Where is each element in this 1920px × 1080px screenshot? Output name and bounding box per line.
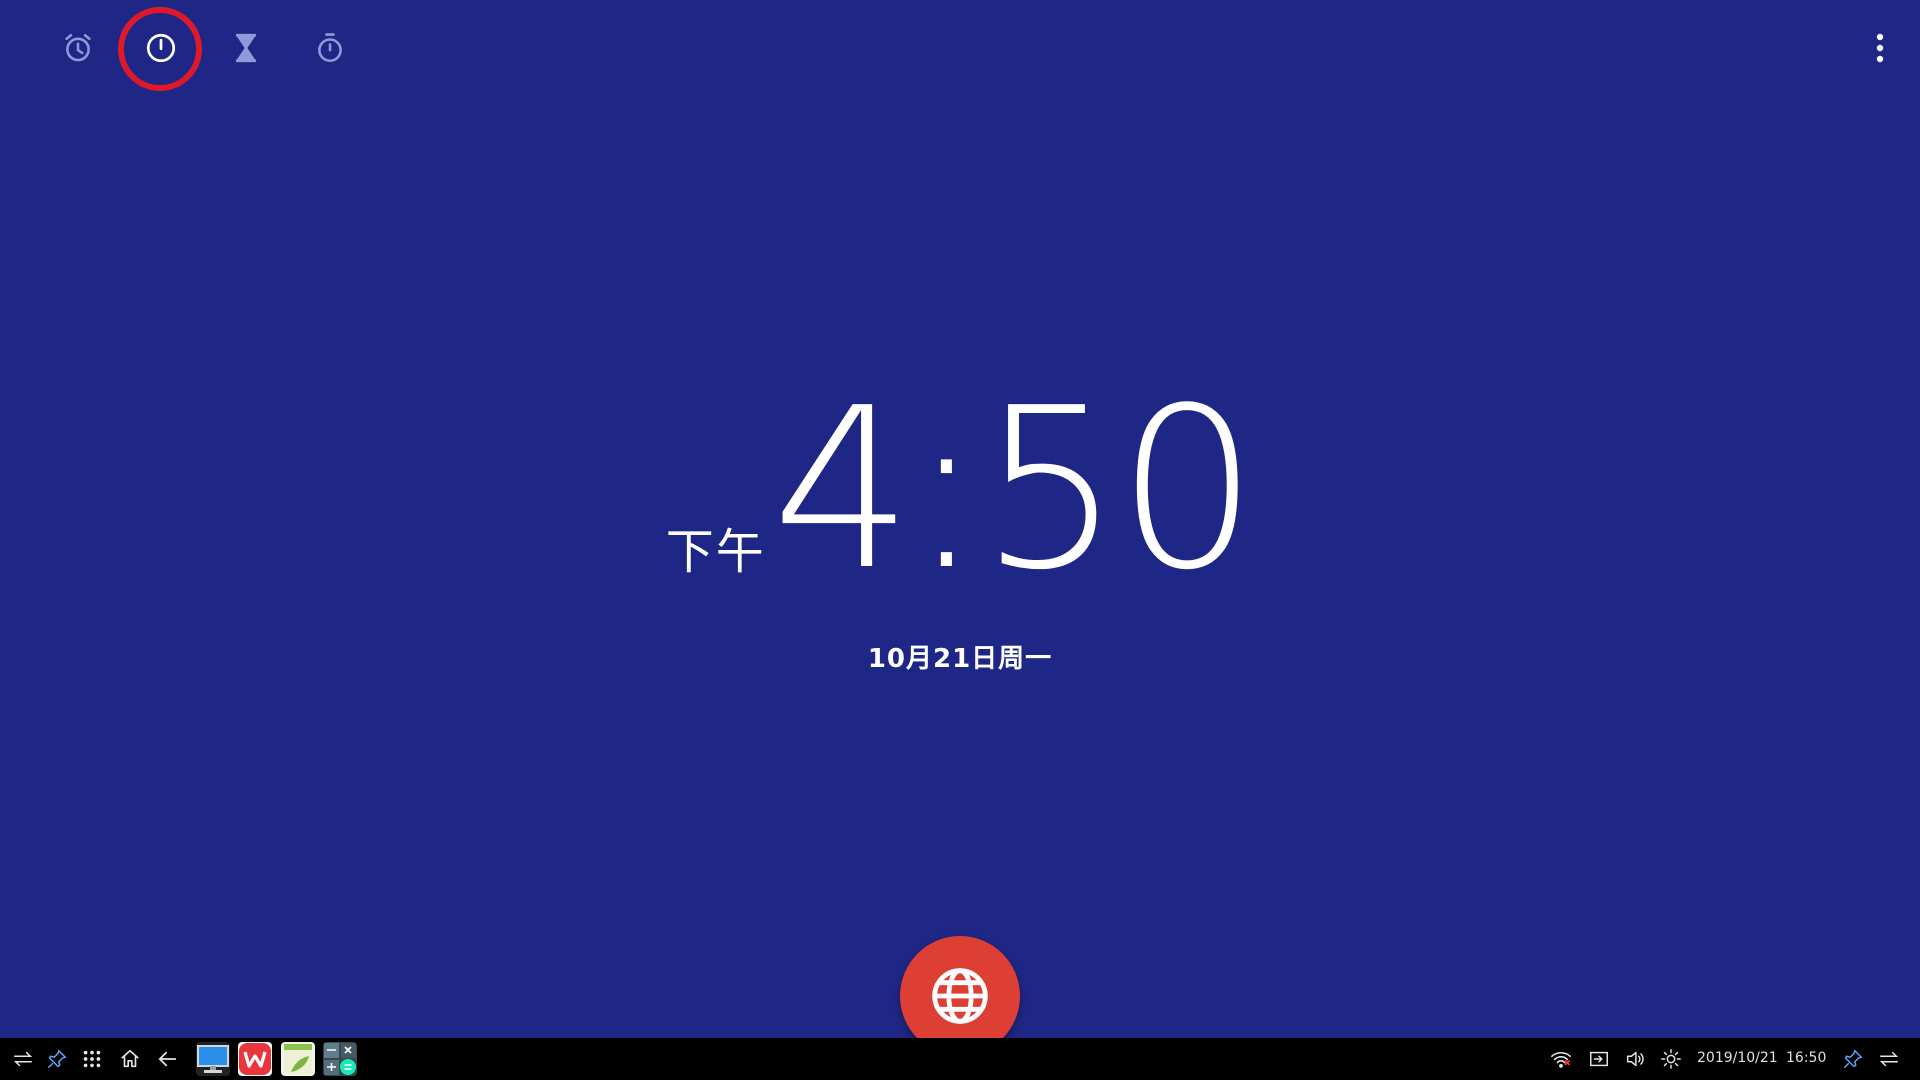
- calculator-icon: [324, 1043, 356, 1075]
- clock-app-window: 下午 4:50 10月21日周一: [0, 0, 1920, 1038]
- notebook-icon: [284, 1044, 312, 1074]
- home-button[interactable]: [115, 1044, 145, 1074]
- wps-w-icon: [239, 1043, 271, 1075]
- globe-icon: [932, 968, 988, 1024]
- tab-clock[interactable]: [133, 20, 189, 76]
- volume-button[interactable]: [1620, 1044, 1650, 1074]
- status-time: 16:50: [1786, 1050, 1827, 1066]
- wps-office-icon[interactable]: [238, 1042, 272, 1076]
- input-source-icon: [1590, 1051, 1608, 1067]
- back-button[interactable]: [153, 1044, 183, 1074]
- clock-date: 10月21日周一: [867, 644, 1053, 674]
- grid-icon: [83, 1050, 101, 1068]
- wifi-status[interactable]: [1546, 1044, 1576, 1074]
- hourglass-icon: [236, 33, 256, 63]
- brightness-button[interactable]: [1656, 1044, 1686, 1074]
- clock-icon: [146, 33, 176, 63]
- pin-icon: [48, 1049, 67, 1068]
- am-pm-label: 下午: [665, 524, 766, 580]
- desktop-app-icon[interactable]: [196, 1042, 230, 1076]
- brightness-icon: [1661, 1049, 1681, 1069]
- pin-icon: [1844, 1049, 1863, 1068]
- notes-app-icon[interactable]: [281, 1042, 315, 1076]
- world-clock-button[interactable]: [900, 936, 1020, 1038]
- clock-time: 4:50: [771, 361, 1259, 619]
- switch-button-right[interactable]: [1874, 1044, 1904, 1074]
- alarm-icon: [65, 33, 91, 62]
- digital-clock: 下午 4:50: [0, 361, 1920, 619]
- monitor-icon: [197, 1045, 229, 1073]
- home-icon: [121, 1049, 139, 1068]
- swap-arrows-icon: [1879, 1051, 1899, 1067]
- overflow-menu-button[interactable]: [1860, 24, 1900, 72]
- taskbar: 2019/10/21 16:50: [0, 1038, 1920, 1080]
- tab-timer[interactable]: [218, 20, 274, 76]
- stopwatch-icon: [318, 33, 342, 63]
- input-source-button[interactable]: [1584, 1044, 1614, 1074]
- switch-button[interactable]: [8, 1044, 38, 1074]
- pin-button-right[interactable]: [1838, 1044, 1868, 1074]
- tab-stopwatch[interactable]: [302, 20, 358, 76]
- pin-button[interactable]: [42, 1044, 72, 1074]
- app-drawer-button[interactable]: [77, 1044, 107, 1074]
- swap-arrows-icon: [13, 1051, 33, 1067]
- status-date: 2019/10/21: [1697, 1050, 1778, 1066]
- tab-alarm[interactable]: [50, 20, 106, 76]
- volume-icon: [1626, 1051, 1644, 1067]
- more-vertical-icon: [1876, 33, 1884, 63]
- back-arrow-icon: [158, 1051, 177, 1067]
- wifi-off-icon: [1551, 1052, 1571, 1068]
- calculator-app-icon[interactable]: [323, 1042, 357, 1076]
